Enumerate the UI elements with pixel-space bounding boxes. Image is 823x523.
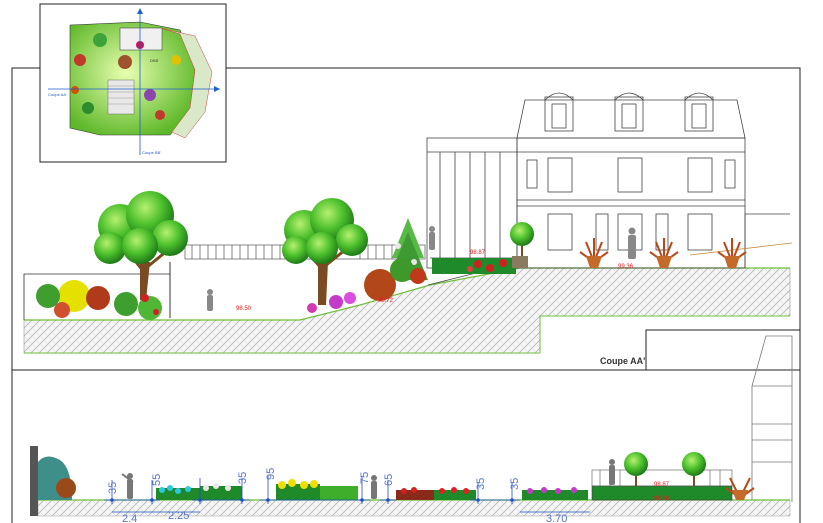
tree-center — [282, 198, 368, 305]
dimension-label: 75 — [359, 472, 371, 484]
dimension-label: 2.25 — [168, 510, 189, 522]
elevation-label: 98.87 — [654, 482, 670, 488]
palm-plants — [579, 238, 747, 268]
ground-mass-bb — [30, 446, 791, 517]
plan-label-aa: Coupe AA' — [48, 92, 67, 97]
house-elevation — [426, 92, 790, 269]
planting-upper-terrace — [432, 222, 534, 274]
dimension-label: 35 — [107, 482, 119, 494]
tree-left — [94, 191, 188, 300]
dimension-label: 95 — [265, 468, 277, 480]
elevation-label: 98.98 — [654, 496, 670, 502]
hedge-left-bb — [38, 456, 76, 500]
plan-label-bb: Coupe BB' — [142, 150, 161, 155]
elevation-label: 98.72 — [378, 298, 394, 304]
elevation-label: 98.87 — [470, 250, 486, 256]
elevation-label: 99.36 — [618, 264, 634, 270]
dimension-label: 35 — [509, 478, 521, 490]
dimension-label: 55 — [151, 474, 163, 486]
dimension-label: 65 — [383, 474, 395, 486]
section-aa-title: Coupe AA' — [600, 356, 645, 366]
plan-stair-label: DKB — [150, 58, 159, 63]
dimension-label: 35 — [237, 472, 249, 484]
dimension-label: 3.70 — [546, 513, 567, 523]
plan-inset: Coupe AA' Coupe BB' DKB — [39, 3, 227, 163]
landscape-section-drawing: Coupe AA' Coupe BB' DKB 98.50 98.72 98.8… — [11, 3, 801, 523]
dimension-label: 2.4 — [122, 513, 137, 523]
elevation-label: 98.50 — [236, 306, 252, 312]
terrace-bb — [591, 452, 755, 501]
cable-line — [689, 242, 793, 256]
dimension-label: 35 — [475, 478, 487, 490]
adjacent-building — [751, 335, 793, 502]
